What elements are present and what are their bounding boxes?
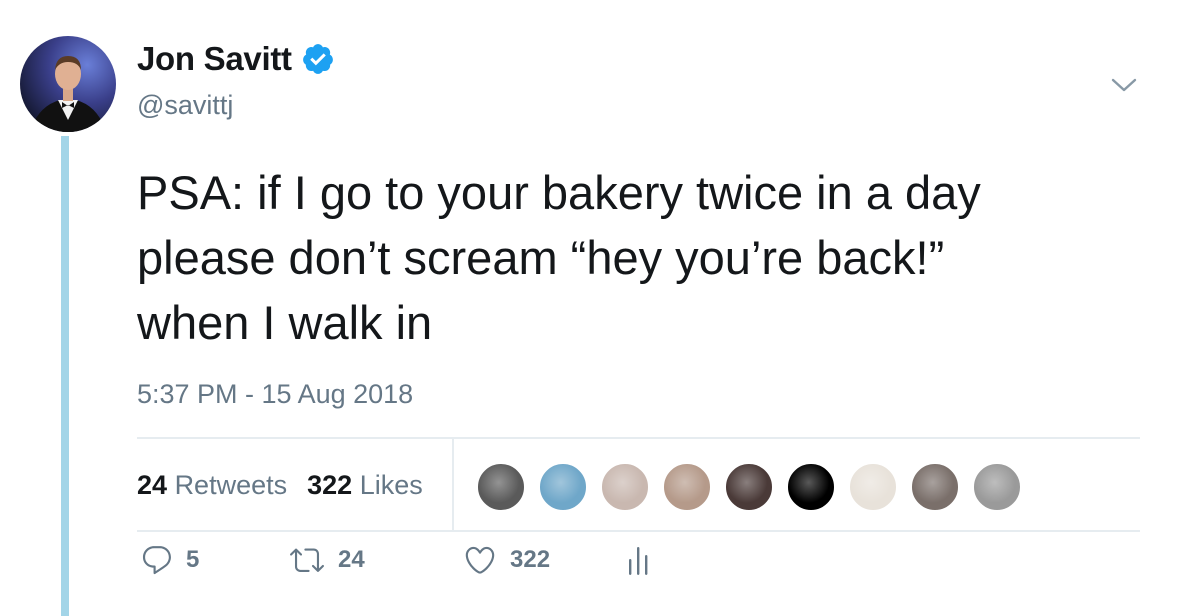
retweets-stat[interactable]: 24 Retweets <box>137 470 287 500</box>
heart-icon <box>465 546 495 574</box>
liker-avatar-7[interactable] <box>848 462 898 512</box>
reply-button[interactable]: 5 <box>140 543 199 577</box>
author-name[interactable]: Jon Savitt <box>137 40 292 78</box>
tweet-text-line: please don’t scream “hey you’re back!” <box>137 231 945 284</box>
retweet-icon <box>290 548 324 572</box>
liker-avatar-9[interactable] <box>972 462 1022 512</box>
chevron-down-icon[interactable] <box>1110 74 1138 96</box>
liker-avatar-2[interactable] <box>538 462 588 512</box>
verified-badge-icon <box>302 44 333 74</box>
retweets-label: Retweets <box>174 470 288 500</box>
analytics-icon <box>629 547 648 575</box>
divider <box>137 530 1140 532</box>
author-name-row: Jon Savitt <box>137 40 335 78</box>
avatar-image <box>20 36 116 132</box>
tweet-timestamp[interactable]: 5:37 PM - 15 Aug 2018 <box>137 379 413 410</box>
likes-count: 322 <box>307 470 353 500</box>
tweet-text-line: when I walk in <box>137 296 433 349</box>
reply-count: 5 <box>186 546 200 573</box>
liker-avatars <box>476 462 1034 512</box>
liker-avatar-5[interactable] <box>724 462 774 512</box>
like-count: 322 <box>510 546 551 573</box>
liker-avatar-1[interactable] <box>476 462 526 512</box>
liker-avatar-4[interactable] <box>662 462 712 512</box>
analytics-button[interactable] <box>626 543 652 577</box>
avatar[interactable] <box>20 36 116 132</box>
tweet-text: PSA: if I go to your bakery twice in a d… <box>137 160 1167 355</box>
author-handle[interactable]: @savittj <box>137 90 233 121</box>
tweet-text-line: PSA: if I go to your bakery twice in a d… <box>137 166 981 219</box>
retweet-button[interactable]: 24 <box>288 543 365 577</box>
liker-avatar-3[interactable] <box>600 462 650 512</box>
tweet-stats: 24 Retweets 322 Likes <box>137 470 423 501</box>
reply-icon <box>142 546 171 575</box>
likes-label: Likes <box>359 470 423 500</box>
likes-stat[interactable]: 322 Likes <box>307 470 423 500</box>
retweet-count: 24 <box>338 546 365 573</box>
liker-avatar-6[interactable] <box>786 462 836 512</box>
liker-avatar-8[interactable] <box>910 462 960 512</box>
thread-line <box>61 136 69 616</box>
stats-divider <box>452 439 454 530</box>
like-button[interactable]: 322 <box>462 543 550 577</box>
divider <box>137 437 1140 439</box>
retweets-count: 24 <box>137 470 168 500</box>
